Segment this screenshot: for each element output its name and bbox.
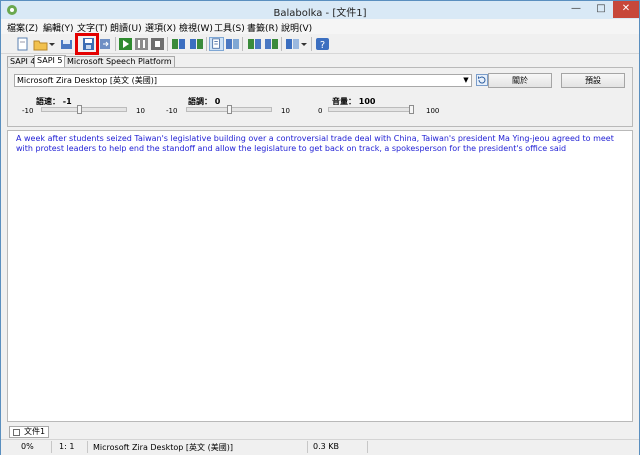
- menu-help[interactable]: 說明(V): [281, 21, 312, 34]
- view-page-icon[interactable]: [209, 37, 224, 51]
- minimize-button[interactable]: —: [563, 1, 589, 18]
- toolbar-separator: [206, 37, 207, 51]
- dropdown-arrow-icon[interactable]: [48, 37, 56, 51]
- document-tabs: 文件1: [7, 425, 633, 438]
- rate-label: 語速： -1: [36, 97, 72, 106]
- rate-max-label: 10: [136, 107, 145, 115]
- voice-select-value: Microsoft Zira Desktop [英文 (美國)]: [17, 76, 157, 85]
- rate-slider-thumb[interactable]: [77, 105, 83, 114]
- pitch-max-label: 10: [281, 107, 290, 115]
- rate-slider-track[interactable]: [41, 107, 127, 112]
- refresh-icon: [478, 76, 486, 84]
- voice-select[interactable]: Microsoft Zira Desktop [英文 (美國)] ▼: [14, 74, 472, 87]
- volume-min-label: 0: [318, 107, 323, 115]
- toolbar-separator: [281, 37, 282, 51]
- dropdown-arrow-icon[interactable]: [300, 37, 308, 51]
- play-icon[interactable]: [118, 37, 133, 51]
- about-button[interactable]: 關於: [488, 73, 552, 88]
- status-voice: Microsoft Zira Desktop [英文 (美國)]: [93, 443, 233, 452]
- status-bar: 0% 1: 1 Microsoft Zira Desktop [英文 (美國)]…: [1, 439, 639, 455]
- volume-slider-thumb[interactable]: [409, 105, 414, 114]
- new-document-icon[interactable]: [15, 37, 30, 51]
- status-position: 1: 1: [59, 442, 75, 451]
- highlight-box: [75, 33, 99, 55]
- menu-options[interactable]: 選項(X): [145, 21, 176, 34]
- pronunciation-icon[interactable]: [189, 37, 204, 51]
- voice-settings-icon[interactable]: [171, 37, 186, 51]
- toolbar-separator: [242, 37, 243, 51]
- toolbar-separator: [115, 37, 116, 51]
- read-aloud-icon[interactable]: [285, 37, 300, 51]
- text-export-icon[interactable]: [264, 37, 279, 51]
- pitch-min-label: -10: [166, 107, 178, 115]
- status-divider: [51, 441, 52, 453]
- document-tab-label: 文件1: [24, 427, 46, 436]
- title-bar[interactable]: Balabolka - [文件1] — □ ✕: [1, 1, 639, 19]
- status-divider: [367, 441, 368, 453]
- convert-icon[interactable]: [98, 37, 113, 51]
- editor-text[interactable]: A week after students seized Taiwan's le…: [16, 134, 624, 154]
- document-tab-1[interactable]: 文件1: [9, 426, 49, 438]
- stop-icon[interactable]: [150, 37, 165, 51]
- view-book-icon[interactable]: [225, 37, 240, 51]
- toolbar-separator: [167, 37, 168, 51]
- voice-panel: Microsoft Zira Desktop [英文 (美國)] ▼ 關於 預設…: [7, 67, 633, 127]
- status-divider: [307, 441, 308, 453]
- status-divider: [87, 441, 88, 453]
- rate-min-label: -10: [22, 107, 34, 115]
- volume-label: 音量： 100: [332, 97, 376, 106]
- menu-edit[interactable]: 編輯(Y): [43, 21, 74, 34]
- volume-max-label: 100: [426, 107, 440, 115]
- window-title: Balabolka - [文件1]: [273, 8, 367, 19]
- bookmark-icon[interactable]: [247, 37, 262, 51]
- open-folder-icon[interactable]: [33, 37, 48, 51]
- balabolka-window: Balabolka - [文件1] — □ ✕ 檔案(Z) 編輯(Y) 文字(T…: [0, 0, 640, 455]
- status-progress: 0%: [21, 442, 34, 451]
- refresh-voices-button[interactable]: [476, 74, 488, 86]
- pitch-slider-thumb[interactable]: [226, 105, 232, 114]
- menu-bookmarks[interactable]: 書籤(R): [247, 21, 278, 34]
- text-editor[interactable]: A week after students seized Taiwan's le…: [7, 130, 633, 422]
- menu-file[interactable]: 檔案(Z): [7, 21, 38, 34]
- volume-slider-track[interactable]: [328, 107, 414, 112]
- save-audio-icon[interactable]: [59, 37, 74, 51]
- menu-bar: 檔案(Z) 編輯(Y) 文字(T) 朗讀(U) 選項(X) 檢視(W) 工具(S…: [1, 19, 639, 34]
- help-icon[interactable]: ?: [315, 37, 330, 51]
- status-size: 0.3 KB: [313, 442, 339, 451]
- maximize-button[interactable]: □: [589, 1, 613, 18]
- svg-text:?: ?: [320, 40, 325, 51]
- close-button[interactable]: ✕: [613, 1, 639, 18]
- defaults-button[interactable]: 預設: [561, 73, 625, 88]
- menu-speech[interactable]: 朗讀(U): [110, 21, 142, 34]
- chevron-down-icon[interactable]: ▼: [461, 75, 471, 86]
- menu-view[interactable]: 檢視(W): [179, 21, 213, 34]
- menu-tools[interactable]: 工具(S): [214, 21, 245, 34]
- pause-icon[interactable]: [134, 37, 149, 51]
- pitch-label: 語調： 0: [188, 97, 221, 106]
- toolbar-separator: [311, 37, 312, 51]
- document-checkbox[interactable]: [13, 429, 20, 436]
